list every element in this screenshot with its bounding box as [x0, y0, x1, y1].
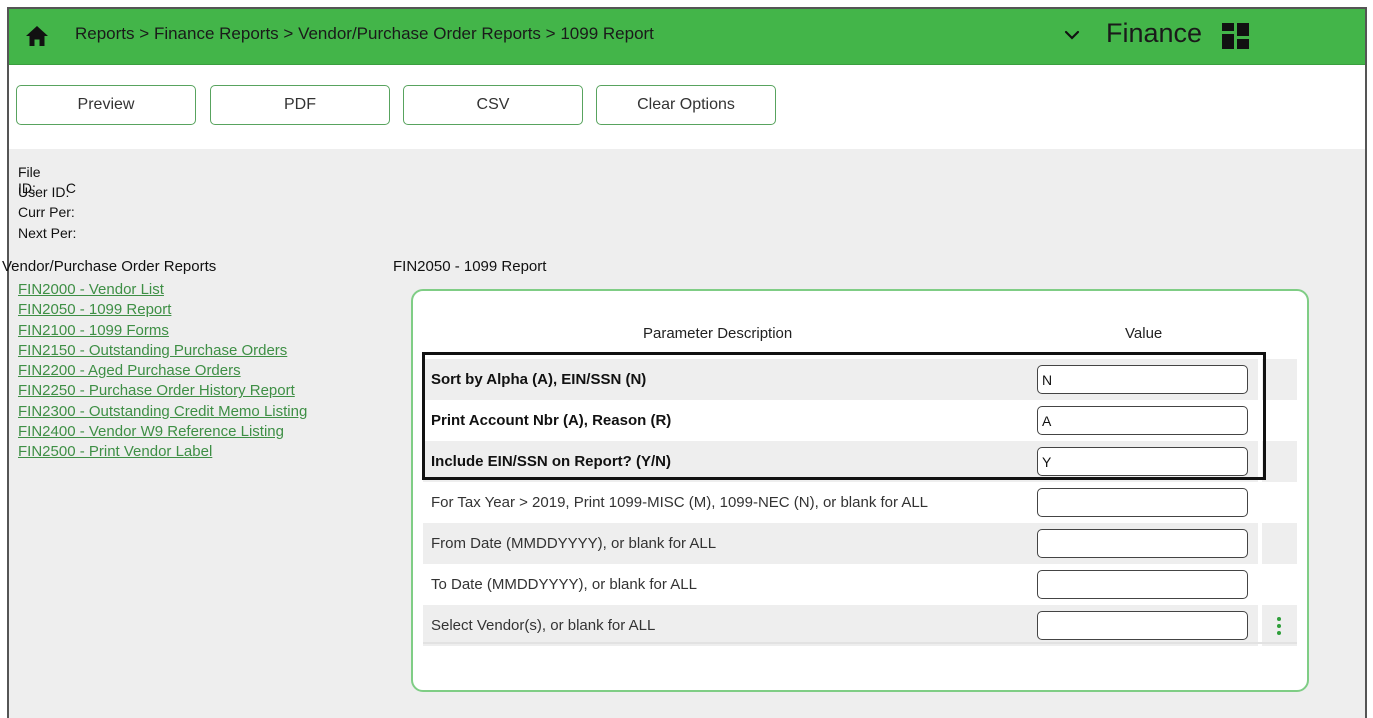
- module-name[interactable]: Finance: [1106, 18, 1202, 49]
- breadcrumb-item-vendor-po-reports[interactable]: Vendor/Purchase Order Reports: [298, 24, 541, 43]
- breadcrumb-item-reports[interactable]: Reports: [75, 24, 135, 43]
- grid-icon[interactable]: [1221, 22, 1251, 50]
- table-bottom-divider: [423, 642, 1297, 644]
- row-side-box: [1262, 441, 1297, 482]
- select-vendor-field[interactable]: [1037, 611, 1248, 640]
- csv-button[interactable]: CSV: [403, 85, 583, 125]
- include-ein-field[interactable]: [1037, 447, 1248, 476]
- param-label-from-date: From Date (MMDDYYYY), or blank for ALL: [423, 523, 1029, 564]
- chevron-down-icon[interactable]: [1063, 26, 1081, 44]
- breadcrumb-separator: >: [283, 24, 294, 43]
- to-date-field[interactable]: [1037, 570, 1248, 599]
- param-label-tax-year: For Tax Year > 2019, Print 1099-MISC (M)…: [431, 494, 929, 511]
- tax-year-field[interactable]: [1037, 488, 1248, 517]
- pdf-button[interactable]: PDF: [210, 85, 390, 125]
- sidebar-link-fin2200[interactable]: FIN2200 - Aged Purchase Orders: [18, 361, 307, 381]
- sort-field[interactable]: [1037, 365, 1248, 394]
- breadcrumb: Reports > Finance Reports > Vendor/Purch…: [75, 24, 654, 44]
- param-label-include-ein: Include EIN/SSN on Report? (Y/N): [423, 441, 1029, 482]
- more-vertical-icon[interactable]: [1271, 614, 1287, 638]
- home-icon[interactable]: [25, 25, 49, 47]
- breadcrumb-item-finance-reports[interactable]: Finance Reports: [154, 24, 279, 43]
- user-id-label: User ID:: [18, 184, 70, 200]
- sidebar-link-fin2500[interactable]: FIN2500 - Print Vendor Label: [18, 442, 307, 462]
- breadcrumb-separator: >: [139, 24, 150, 43]
- sidebar-link-fin2150[interactable]: FIN2150 - Outstanding Purchase Orders: [18, 341, 307, 361]
- clear-options-button[interactable]: Clear Options: [596, 85, 776, 125]
- sidebar-title: Vendor/Purchase Order Reports: [2, 258, 217, 275]
- sidebar-link-fin2100[interactable]: FIN2100 - 1099 Forms: [18, 321, 307, 341]
- sidebar-links: FIN2000 - Vendor List FIN2050 - 1099 Rep…: [18, 280, 307, 463]
- sidebar-link-fin2000[interactable]: FIN2000 - Vendor List: [18, 280, 307, 300]
- breadcrumb-item-1099-report: 1099 Report: [560, 24, 654, 43]
- param-label-print-account: Print Account Nbr (A), Reason (R): [431, 412, 672, 429]
- row-side-box: [1262, 523, 1297, 564]
- breadcrumb-separator: >: [545, 24, 556, 43]
- preview-button[interactable]: Preview: [16, 85, 196, 125]
- next-per-label: Next Per:: [18, 225, 77, 241]
- sidebar-link-fin2050[interactable]: FIN2050 - 1099 Report: [18, 300, 307, 320]
- param-label-to-date: To Date (MMDDYYYY), or blank for ALL: [431, 576, 697, 593]
- print-account-field[interactable]: [1037, 406, 1248, 435]
- from-date-field[interactable]: [1037, 529, 1248, 558]
- sidebar-link-fin2250[interactable]: FIN2250 - Purchase Order History Report: [18, 381, 307, 401]
- sidebar-link-fin2400[interactable]: FIN2400 - Vendor W9 Reference Listing: [18, 422, 307, 442]
- report-title: FIN2050 - 1099 Report: [393, 258, 547, 275]
- row-side-box: [1262, 359, 1297, 400]
- column-header-parameter: Parameter Description: [643, 325, 793, 342]
- column-header-value: Value: [1125, 325, 1163, 342]
- param-label-select-vendor: Select Vendor(s), or blank for ALL: [423, 605, 1029, 646]
- toolbar: Preview PDF CSV Clear Options: [9, 65, 1365, 149]
- header-bar: Reports > Finance Reports > Vendor/Purch…: [9, 9, 1365, 65]
- param-label-sort: Sort by Alpha (A), EIN/SSN (N): [423, 359, 1029, 400]
- curr-per-label: Curr Per:: [18, 204, 75, 220]
- sidebar-link-fin2300[interactable]: FIN2300 - Outstanding Credit Memo Listin…: [18, 402, 307, 422]
